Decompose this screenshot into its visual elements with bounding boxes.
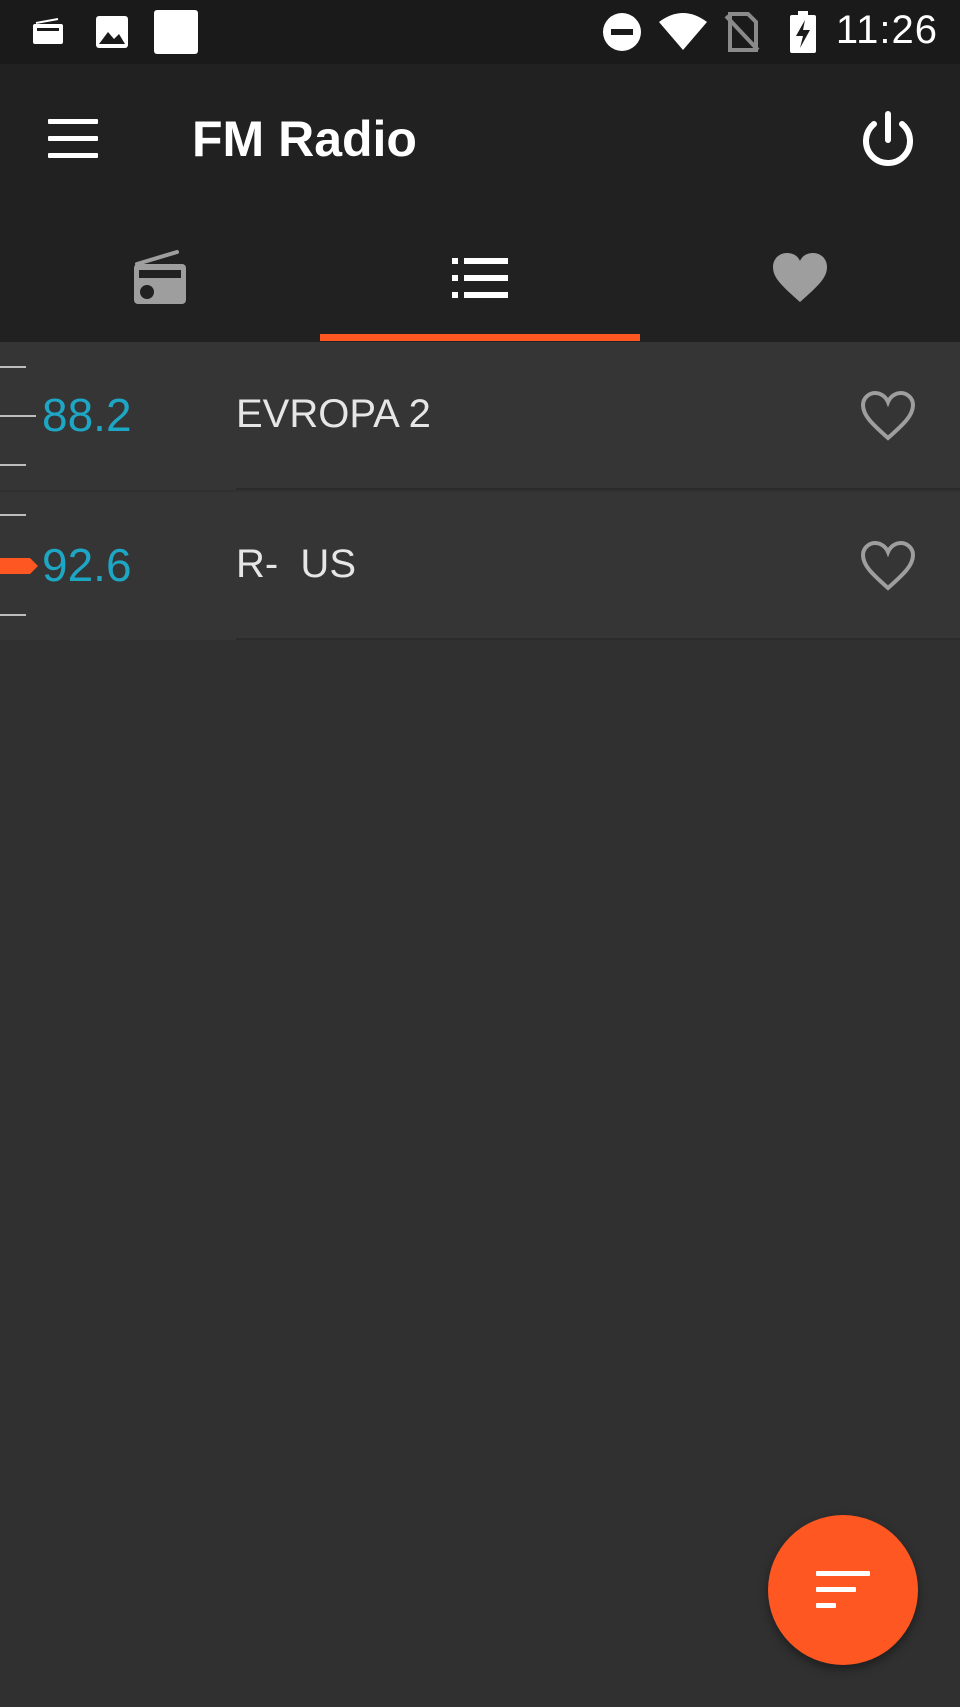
- favorite-heart-icon[interactable]: [860, 390, 916, 442]
- image-icon: [96, 16, 128, 48]
- hamburger-menu-icon[interactable]: [48, 119, 100, 159]
- station-row[interactable]: 92.6 R- US: [0, 492, 960, 640]
- tab-indicator: [320, 334, 640, 341]
- power-icon[interactable]: [856, 108, 920, 172]
- station-name: R- US: [236, 542, 356, 586]
- do-not-disturb-icon: [603, 13, 641, 51]
- scale-tick: [0, 514, 26, 516]
- tab-bar: [0, 214, 960, 342]
- station-name: EVROPA 2: [236, 392, 431, 436]
- tab-favorites[interactable]: [640, 214, 960, 342]
- scale-tick: [0, 366, 26, 368]
- scale-tick: [0, 464, 26, 466]
- tab-radio[interactable]: [0, 214, 320, 342]
- list-icon: [452, 258, 508, 298]
- heart-icon: [773, 253, 827, 302]
- station-row[interactable]: 88.2 EVROPA 2: [0, 342, 960, 490]
- divider: [236, 638, 960, 640]
- station-frequency: 92.6: [42, 539, 132, 591]
- sort-icon: [816, 1571, 870, 1576]
- radio-icon: [33, 18, 63, 44]
- battery-charging-icon: [790, 11, 816, 53]
- no-sim-icon: [724, 12, 760, 52]
- tuning-marker: [0, 558, 38, 574]
- station-frequency: 88.2: [42, 389, 132, 441]
- square-icon: [154, 10, 198, 54]
- tab-list[interactable]: [320, 214, 640, 342]
- wifi-icon: [659, 13, 707, 50]
- status-time: 11:26: [835, 8, 938, 52]
- favorite-heart-icon[interactable]: [860, 540, 916, 592]
- status-bar: 11:26: [0, 0, 960, 64]
- radio-icon: [134, 250, 186, 304]
- sort-button[interactable]: [768, 1515, 918, 1665]
- app-bar: FM Radio: [0, 64, 960, 214]
- app-title: FM Radio: [192, 111, 417, 167]
- scale-tick: [0, 614, 26, 616]
- scale-tick: [0, 415, 36, 417]
- divider: [236, 488, 960, 490]
